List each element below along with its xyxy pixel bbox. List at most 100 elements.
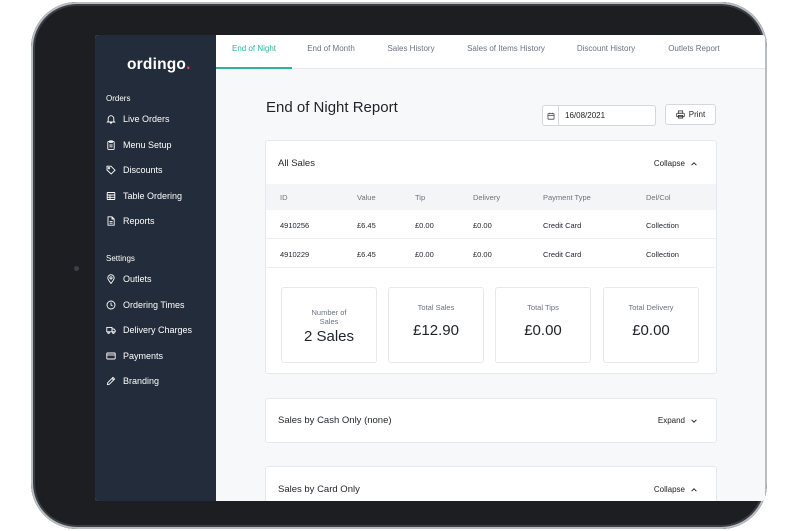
col-del-col: Del/Col [646, 193, 671, 202]
clipboard-icon [107, 140, 115, 150]
sidebar-item-label: Menu Setup [123, 140, 172, 150]
credit-card-icon [106, 352, 116, 360]
cell-payment-type: Credit Card [543, 250, 582, 259]
sidebar-item-label: Ordering Times [123, 300, 185, 310]
card-sales-title: Sales by Card Only [278, 484, 360, 495]
stat-total-tips: Total Tips £0.00 [495, 287, 591, 363]
truck-icon [106, 326, 116, 334]
camera-dot [74, 266, 79, 271]
sidebar-item-table-ordering[interactable]: Table Ordering [106, 189, 182, 203]
toggle-label: Expand [657, 416, 685, 425]
stat-label: Number of Sales [311, 308, 347, 326]
clock-icon [106, 300, 116, 310]
sidebar-item-menu-setup[interactable]: Menu Setup [106, 138, 172, 152]
tab-end-of-month[interactable]: End of Month [296, 35, 366, 69]
cash-sales-card: Sales by Cash Only (none) Expand [265, 398, 717, 443]
table-icon [106, 192, 116, 200]
cash-sales-title: Sales by Cash Only (none) [278, 415, 392, 426]
sidebar-item-label: Payments [123, 351, 164, 361]
stat-number-of-sales: Number of Sales 2 Sales [281, 287, 377, 363]
cell-id: 4910256 [280, 221, 310, 230]
stat-value: £0.00 [632, 322, 670, 339]
orders-heading: Orders [106, 94, 131, 103]
cell-payment-type: Credit Card [543, 221, 582, 230]
date-value: 16/08/2021 [565, 111, 606, 120]
logo-text: ordingo [127, 56, 187, 73]
tag-icon [106, 165, 116, 175]
cell-tip: £0.00 [415, 250, 434, 259]
sidebar-item-label: Outlets [123, 274, 152, 284]
stat-label: Total Tips [527, 303, 559, 312]
sidebar: ordingo. Orders Live Orders Menu Setup D… [95, 35, 216, 501]
sidebar-item-ordering-times[interactable]: Ordering Times [106, 298, 185, 312]
sidebar-item-label: Reports [123, 216, 155, 226]
tab-discount-history[interactable]: Discount History [566, 35, 646, 69]
cash-sales-expand-button[interactable]: Expand [658, 416, 698, 425]
sidebar-item-label: Delivery Charges [123, 325, 193, 335]
chevron-up-icon [691, 161, 697, 166]
stat-total-sales: Total Sales £12.90 [388, 287, 484, 363]
sidebar-item-label: Discounts [123, 165, 163, 175]
printer-icon [676, 110, 685, 119]
cell-delivery: £0.00 [473, 221, 492, 230]
logo[interactable]: ordingo. [127, 56, 191, 74]
chevron-up-icon [691, 487, 697, 492]
sidebar-item-live-orders[interactable]: Live Orders [106, 112, 170, 126]
sidebar-item-branding[interactable]: Branding [106, 374, 159, 388]
stat-label: Total Sales [417, 303, 455, 312]
sidebar-item-outlets[interactable]: Outlets [106, 272, 152, 286]
sales-table-header: ID Value Tip Delivery Payment Type Del/C… [266, 184, 716, 210]
report-tabs: End of Night End of Month Sales History … [216, 35, 765, 69]
sidebar-item-label: Branding [123, 376, 160, 386]
sidebar-item-discounts[interactable]: Discounts [106, 163, 163, 177]
cell-value: £6.45 [357, 221, 376, 230]
sidebar-item-label: Table Ordering [123, 191, 183, 201]
cell-id: 4910229 [280, 250, 310, 259]
all-sales-title: All Sales [278, 158, 315, 169]
table-row[interactable]: 4910256 £6.45 £0.00 £0.00 Credit Card Co… [266, 210, 716, 239]
toggle-label: Collapse [653, 485, 685, 494]
sidebar-item-delivery-charges[interactable]: Delivery Charges [106, 323, 192, 337]
tablet-frame: ordingo. Orders Live Orders Menu Setup D… [31, 2, 767, 529]
chevron-down-icon [691, 418, 697, 423]
print-label: Print [688, 110, 706, 119]
page-title: End of Night Report [266, 99, 398, 116]
tab-outlets-report[interactable]: Outlets Report [656, 35, 732, 69]
tab-sales-of-items-history[interactable]: Sales of Items History [456, 35, 556, 69]
sidebar-item-payments[interactable]: Payments [106, 349, 163, 363]
calendar-icon [543, 106, 559, 125]
col-tip: Tip [415, 193, 426, 202]
cell-del-col: Collection [646, 221, 679, 230]
toggle-label: Collapse [653, 159, 685, 168]
sidebar-item-label: Live Orders [123, 114, 170, 124]
cell-delivery: £0.00 [473, 250, 492, 259]
col-delivery: Delivery [473, 193, 501, 202]
date-picker[interactable]: 16/08/2021 [542, 105, 656, 126]
document-icon [107, 216, 115, 226]
cell-tip: £0.00 [415, 221, 434, 230]
settings-heading: Settings [106, 254, 135, 263]
stat-value: 2 Sales [303, 328, 355, 345]
col-id: ID [280, 193, 288, 202]
logo-dot: . [186, 56, 191, 73]
stat-total-delivery: Total Delivery £0.00 [603, 287, 699, 363]
all-sales-collapse-button[interactable]: Collapse [654, 159, 698, 168]
tab-sales-history[interactable]: Sales History [376, 35, 446, 69]
all-sales-card: All Sales Collapse ID Value Tip Delivery… [265, 140, 717, 374]
card-sales-card: Sales by Card Only Collapse [265, 466, 717, 501]
stat-value: £0.00 [524, 322, 562, 339]
stat-label: Total Delivery [628, 303, 674, 312]
stat-value: £12.90 [413, 322, 459, 339]
sidebar-item-reports[interactable]: Reports [106, 214, 155, 228]
card-sales-collapse-button[interactable]: Collapse [654, 485, 698, 494]
cell-value: £6.45 [357, 250, 376, 259]
pencil-icon [106, 376, 116, 386]
col-value: Value [357, 193, 376, 202]
print-button[interactable]: Print [665, 104, 716, 125]
tab-end-of-night[interactable]: End of Night [216, 35, 292, 69]
location-pin-icon [107, 274, 115, 284]
cell-del-col: Collection [646, 250, 679, 259]
bell-icon [106, 115, 116, 124]
col-payment-type: Payment Type [543, 193, 591, 202]
table-row[interactable]: 4910229 £6.45 £0.00 £0.00 Credit Card Co… [266, 239, 716, 268]
